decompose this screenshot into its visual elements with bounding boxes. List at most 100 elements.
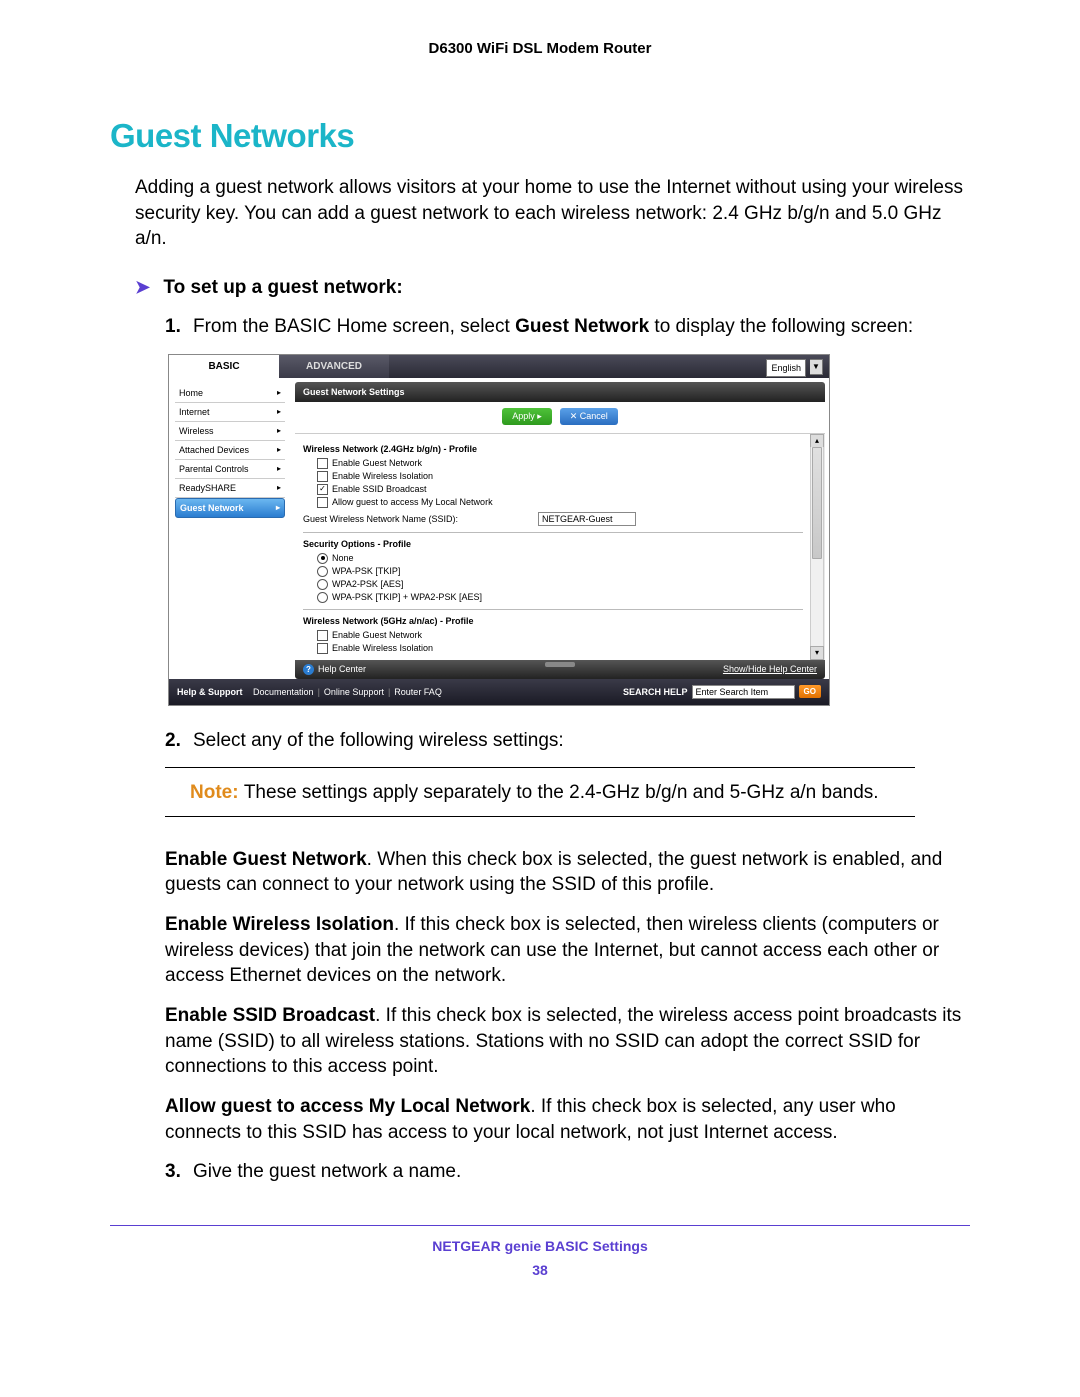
checkbox-label: Enable SSID Broadcast [332,484,427,494]
detail-enable-isolation: Enable Wireless Isolation. If this check… [165,912,970,989]
online-support-link[interactable]: Online Support [324,687,384,697]
radio-icon [317,553,328,564]
detail-enable-guest: Enable Guest Network. When this check bo… [165,847,970,898]
sidebar-item-guest-network[interactable]: Guest Network ▸ [175,498,285,518]
step-1-text-a: From the BASIC Home screen, select [193,316,515,337]
sidebar-item-label: Parental Controls [179,464,249,474]
step-3-text: Give the guest network a name. [193,1159,970,1185]
detail-label: Allow guest to access My Local Network [165,1096,530,1117]
intro-paragraph: Adding a guest network allows visitors a… [135,175,970,252]
language-select[interactable]: English [766,359,806,377]
sidebar-item-label: Home [179,388,203,398]
help-center-bar[interactable]: ? Help Center Show/Hide Help Center [295,660,825,679]
sidebar-item-label: Internet [179,407,210,417]
step-3-number: 3. [165,1159,193,1185]
footer-bar: Help & Support Documentation| Online Sup… [169,679,829,705]
scroll-up-icon[interactable]: ▴ [810,434,824,448]
section-security-title: Security Options - Profile [303,532,803,549]
radio-label: WPA-PSK [TKIP] [332,566,400,576]
button-row: Apply ▸ ✕ Cancel [295,402,825,434]
page-number: 38 [110,1262,970,1278]
sidebar-item-label: Attached Devices [179,445,249,455]
radio-icon [317,592,328,603]
sidebar-item-home[interactable]: Home▸ [175,384,285,403]
checkbox-label: Enable Guest Network [332,630,422,640]
router-faq-link[interactable]: Router FAQ [394,687,442,697]
checkbox-enable-isolation-5g[interactable]: Enable Wireless Isolation [317,643,803,654]
settings-scroll-area: ▴ ▾ Wireless Network (2.4GHz b/g/n) - Pr… [295,434,825,660]
sidebar-item-label: Guest Network [180,503,244,513]
page-footer: NETGEAR genie BASIC Settings 38 [110,1238,970,1278]
caret-right-icon: ▸ [277,407,281,416]
checkbox-enable-isolation[interactable]: Enable Wireless Isolation [317,471,803,482]
doc-link[interactable]: Documentation [253,687,314,697]
search-help-input[interactable]: Enter Search Item [692,685,795,699]
grip-icon[interactable] [545,662,575,667]
radio-none[interactable]: None [317,553,803,564]
step-1-text-c: to display the following screen: [649,316,913,337]
checkbox-enable-ssid[interactable]: Enable SSID Broadcast [317,484,803,495]
footer-title: NETGEAR genie BASIC Settings [110,1238,970,1254]
help-support-label: Help & Support [177,687,243,697]
sidebar-item-parental-controls[interactable]: Parental Controls▸ [175,460,285,479]
radio-label: None [332,553,354,563]
arrow-icon: ➤ [135,277,150,298]
go-button[interactable]: GO [799,685,821,698]
sidebar-item-readyshare[interactable]: ReadySHARE ▸ [175,479,285,498]
radio-wpa-psk[interactable]: WPA-PSK [TKIP] [317,566,803,577]
section-5ghz-title: Wireless Network (5GHz a/n/ac) - Profile [303,609,803,626]
checkbox-icon [317,471,328,482]
checkbox-enable-guest[interactable]: Enable Guest Network [317,458,803,469]
caret-right-icon: ▸ [276,503,280,512]
scroll-thumb[interactable] [812,447,822,559]
caret-right-icon: ▸ [277,445,281,454]
ssid-label: Guest Wireless Network Name (SSID): [303,514,458,524]
tab-advanced[interactable]: ADVANCED [279,355,389,378]
checkbox-enable-guest-5g[interactable]: Enable Guest Network [317,630,803,641]
checkbox-icon [317,458,328,469]
detail-label: Enable SSID Broadcast [165,1005,375,1026]
note-rule-bottom [165,816,915,817]
procedure-lead-text: To set up a guest network: [163,277,402,298]
sidebar-item-label: ReadySHARE [179,483,236,493]
sidebar-item-wireless[interactable]: Wireless▸ [175,422,285,441]
checkbox-icon [317,643,328,654]
apply-button[interactable]: Apply ▸ [502,408,552,425]
radio-wpa-wpa2-psk[interactable]: WPA-PSK [TKIP] + WPA2-PSK [AES] [317,592,803,603]
step-3: 3. Give the guest network a name. [165,1159,970,1185]
checkbox-label: Enable Wireless Isolation [332,643,433,653]
note-rule-top [165,767,915,768]
sidebar-item-internet[interactable]: Internet ▸ [175,403,285,422]
detail-enable-ssid: Enable SSID Broadcast. If this check box… [165,1003,970,1080]
radio-wpa2-psk[interactable]: WPA2-PSK [AES] [317,579,803,590]
help-icon: ? [303,664,314,675]
chevron-down-icon[interactable]: ▼ [810,359,823,375]
note-text: These settings apply separately to the 2… [244,782,879,803]
sidebar-item-attached-devices[interactable]: Attached Devices ▸ [175,441,285,460]
checkbox-label: Allow guest to access My Local Network [332,497,493,507]
checkbox-label: Enable Wireless Isolation [332,471,433,481]
scroll-down-icon[interactable]: ▾ [810,646,824,660]
checkbox-icon [317,484,328,495]
panel-title: Guest Network Settings [295,382,825,402]
checkbox-allow-local[interactable]: Allow guest to access My Local Network [317,497,803,508]
router-ui-screenshot: BASIC ADVANCED English ▼ Home▸ Internet▸… [168,354,830,706]
checkbox-label: Enable Guest Network [332,458,422,468]
tab-basic[interactable]: BASIC [169,355,279,378]
procedure-lead: ➤ To set up a guest network: [135,277,970,299]
step-1-number: 1. [165,314,193,340]
help-center-label: Help Center [318,664,366,674]
caret-right-icon: ▸ [277,426,281,435]
step-1: 1. From the BASIC Home screen, select Gu… [165,314,970,340]
caret-right-icon: ▸ [277,483,281,492]
show-hide-help-link[interactable]: Show/Hide Help Center [723,664,817,674]
note-block: Note: These settings apply separately to… [190,780,915,806]
detail-label: Enable Guest Network [165,849,367,870]
checkbox-icon [317,630,328,641]
detail-allow-local: Allow guest to access My Local Network. … [165,1094,970,1145]
tab-bar: BASIC ADVANCED English ▼ [169,355,829,378]
ssid-input[interactable]: NETGEAR-Guest [538,512,636,526]
section-title: Guest Networks [110,117,970,155]
cancel-button[interactable]: ✕ Cancel [560,408,618,425]
scrollbar[interactable] [810,447,824,647]
